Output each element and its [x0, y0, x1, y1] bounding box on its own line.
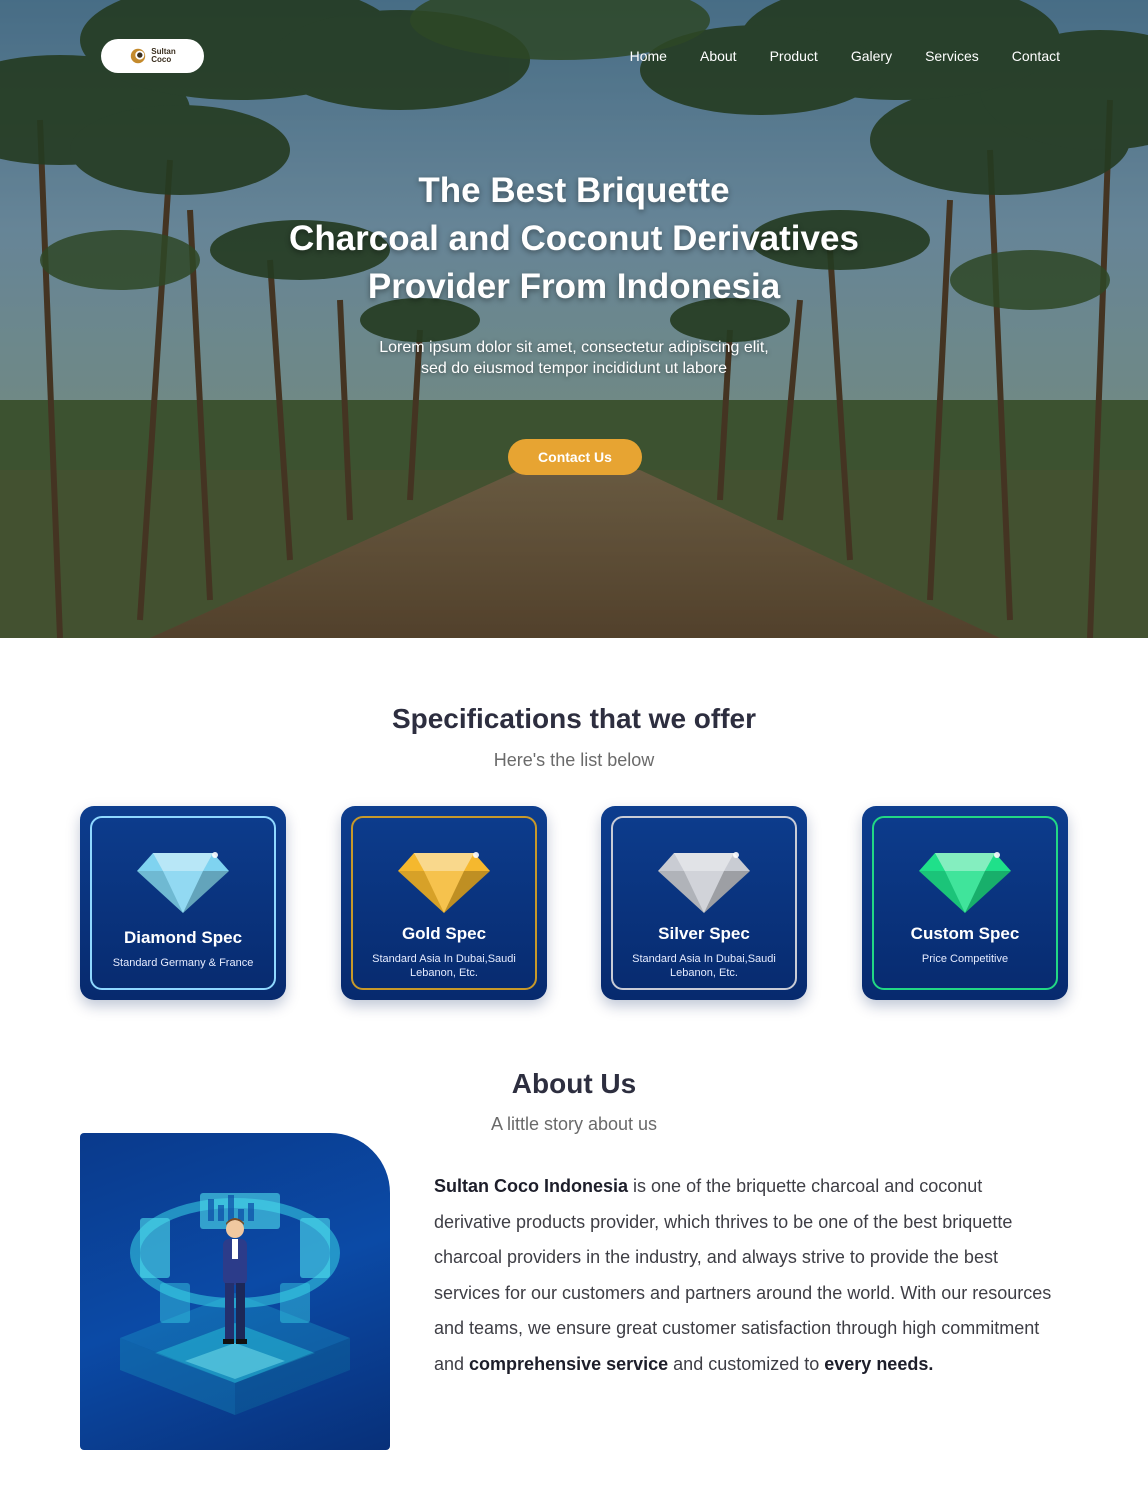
coconut-logo-icon: [131, 48, 146, 64]
spec-card-silver[interactable]: Silver Spec Standard Asia In Dubai,Saudi…: [601, 806, 807, 1000]
emerald-gem-icon: [919, 852, 1011, 913]
about-bold-needs: every needs.: [824, 1353, 934, 1374]
brand-name-line2: Coco: [151, 55, 172, 64]
about-illustration: [80, 1133, 390, 1450]
hero-subtitle: Lorem ipsum dolor sit amet, consectetur …: [379, 339, 769, 377]
spec-card-desc: Standard Germany & France: [112, 957, 254, 969]
silver-gem-icon: [658, 852, 750, 913]
nav-home[interactable]: Home: [630, 48, 667, 64]
about-subtitle: A little story about us: [490, 1114, 658, 1134]
spec-card-custom[interactable]: Custom Spec Price Competitive: [862, 806, 1068, 1000]
hero-title: The Best Briquette Charcoal and Coconut …: [0, 167, 1148, 311]
spec-card-desc: Price Competitive: [921, 953, 1009, 965]
hero-overlay: [0, 0, 1148, 638]
spec-card-gold[interactable]: Gold Spec Standard Asia In Dubai,Saudi L…: [341, 806, 547, 1000]
spec-card-diamond[interactable]: Diamond Spec Standard Germany & France: [80, 806, 286, 1000]
about-text-part2: and customized to: [668, 1353, 825, 1374]
nav-galery[interactable]: Galery: [851, 48, 892, 64]
about-bold-service: comprehensive service: [469, 1353, 669, 1374]
hero-title-line-1: The Best Briquette: [418, 171, 730, 210]
spec-card-title: Custom Spec: [910, 924, 1020, 943]
nav-about[interactable]: About: [700, 48, 737, 64]
nav-product[interactable]: Product: [770, 48, 818, 64]
hero-title-line-2: Charcoal and Coconut Derivatives: [289, 219, 859, 258]
businessman-hologram-illustration: [120, 1193, 350, 1415]
specs-title: Specifications that we offer: [391, 703, 757, 734]
hero-title-line-3: Provider From Indonesia: [367, 267, 781, 306]
about-paragraph: Sultan Coco Indonesia is one of the briq…: [434, 1169, 1054, 1383]
brand-logo[interactable]: Sultan Coco: [101, 39, 204, 73]
nav-services[interactable]: Services: [925, 48, 979, 64]
brand-name: Sultan Coco: [151, 48, 175, 64]
specs-subtitle: Here's the list below: [493, 750, 655, 770]
spec-card-title: Diamond Spec: [123, 928, 243, 947]
spec-card-title: Gold Spec: [401, 924, 487, 943]
diamond-gem-icon: [137, 852, 229, 913]
hero-section: Sultan Coco Home About Product Galery Se…: [0, 0, 1148, 638]
about-text-part1: is one of the briquette charcoal and coc…: [434, 1176, 1052, 1374]
main-nav: Home About Product Galery Services Conta…: [630, 48, 1060, 64]
about-company-name: Sultan Coco Indonesia: [434, 1176, 629, 1196]
nav-contact[interactable]: Contact: [1012, 48, 1060, 64]
gold-gem-icon: [398, 852, 490, 913]
spec-card-desc: Standard Asia In Dubai,Saudi Lebanon, Et…: [372, 953, 516, 979]
spec-card-title: Silver Spec: [658, 924, 750, 943]
contact-us-button[interactable]: Contact Us: [508, 439, 642, 475]
spec-card-desc: Standard Asia In Dubai,Saudi Lebanon, Et…: [632, 953, 776, 979]
about-title: About Us: [511, 1068, 637, 1099]
